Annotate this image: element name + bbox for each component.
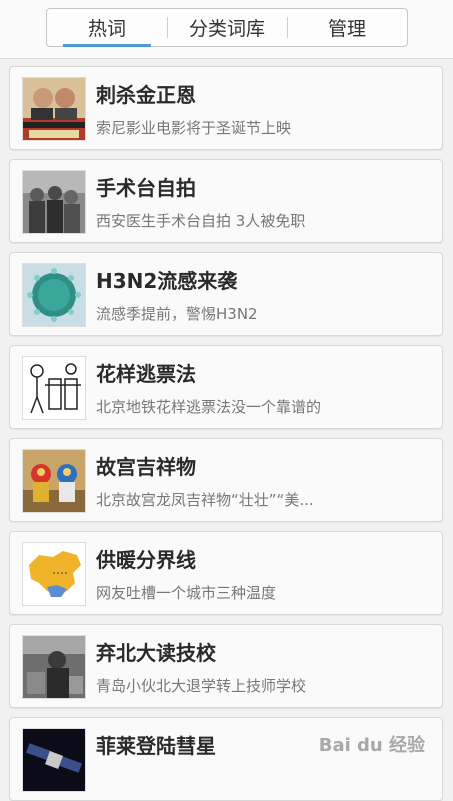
item-subtitle: 北京地铁花样逃票法没一个靠谱的: [96, 398, 322, 416]
list-item[interactable]: 手术台自拍 西安医生手术台自拍 3人被免职: [9, 159, 443, 243]
item-title: 手术台自拍: [96, 176, 196, 200]
workshop-photo-image: [22, 635, 86, 699]
tab-hot-words[interactable]: 热词: [47, 9, 167, 47]
space-probe-image: [22, 728, 86, 792]
list-item[interactable]: H3N2流感来袭 流感季提前，警惕H3N2: [9, 252, 443, 336]
movie-poster-image: [22, 77, 86, 141]
baidu-watermark: Bai du 经验: [318, 735, 425, 756]
item-subtitle: 流感季提前，警惕H3N2: [96, 305, 258, 323]
item-title: 菲莱登陆彗星: [96, 734, 216, 758]
list-item[interactable]: 刺杀金正恩 索尼影业电影将于圣诞节上映: [9, 66, 443, 150]
item-title: 刺杀金正恩: [96, 83, 196, 107]
item-subtitle: 北京故宫龙凤吉祥物“壮壮”“美...: [96, 491, 314, 509]
item-subtitle: 索尼影业电影将于圣诞节上映: [96, 119, 292, 137]
item-subtitle: 网友吐槽一个城市三种温度: [96, 584, 277, 602]
tab-manage[interactable]: 管理: [287, 9, 407, 46]
list-item[interactable]: 故宫吉祥物 北京故宫龙凤吉祥物“壮壮”“美...: [9, 438, 443, 522]
china-map-image: [22, 542, 86, 606]
item-title: 故宫吉祥物: [96, 455, 196, 479]
item-title: 弃北大读技校: [96, 641, 216, 665]
top-bar: 热词 分类词库 管理: [0, 0, 453, 59]
virus-image: [22, 263, 86, 327]
item-title: 供暖分界线: [96, 548, 196, 572]
list-item[interactable]: 弃北大读技校 青岛小伙北大退学转上技师学校: [9, 624, 443, 708]
cartoon-image: [22, 356, 86, 420]
item-title: H3N2流感来袭: [96, 269, 238, 293]
item-subtitle: 青岛小伙北大退学转上技师学校: [96, 677, 307, 695]
item-subtitle: 西安医生手术台自拍 3人被免职: [96, 212, 306, 230]
list-item[interactable]: 供暖分界线 网友吐槽一个城市三种温度: [9, 531, 443, 615]
list-item[interactable]: 菲莱登陆彗星: [9, 717, 443, 801]
mascot-image: [22, 449, 86, 513]
tab-category-library[interactable]: 分类词库: [167, 9, 287, 46]
item-title: 花样逃票法: [96, 362, 196, 386]
list-item[interactable]: 花样逃票法 北京地铁花样逃票法没一个靠谱的: [9, 345, 443, 429]
surgery-photo-image: [22, 170, 86, 234]
tab-bar: 热词 分类词库 管理: [46, 8, 408, 47]
